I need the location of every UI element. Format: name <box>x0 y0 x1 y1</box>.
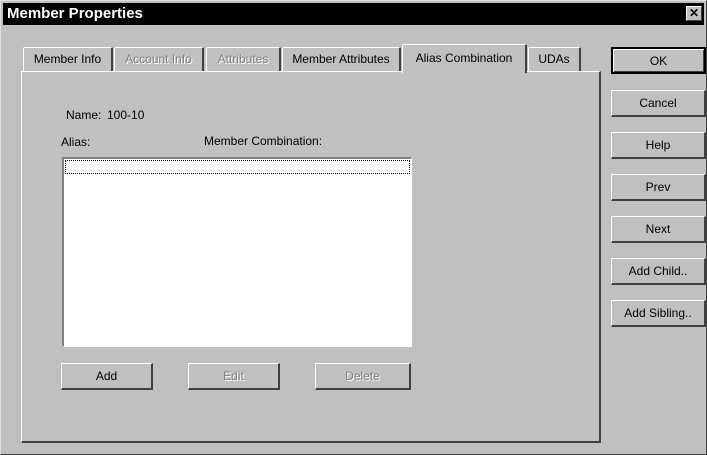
next-button[interactable]: Next <box>611 216 706 243</box>
name-value: 100-10 <box>107 108 145 122</box>
add-sibling-button[interactable]: Add Sibling.. <box>611 300 706 327</box>
list-item[interactable] <box>65 160 410 174</box>
member-properties-dialog: Member Properties ✕ Member Info Account … <box>0 0 707 455</box>
name-label: Name: <box>66 108 102 122</box>
tab-alias-combination[interactable]: Alias Combination <box>402 44 527 73</box>
tab-account-info[interactable]: Account Info <box>114 47 204 71</box>
close-button[interactable]: ✕ <box>686 6 702 21</box>
delete-button[interactable]: Delete <box>315 363 411 390</box>
cancel-button[interactable]: Cancel <box>611 90 706 117</box>
tab-member-attributes[interactable]: Member Attributes <box>282 47 401 71</box>
ok-button[interactable]: OK <box>611 47 706 74</box>
alias-combination-panel: Name: 100-10 Alias: Member Combination: … <box>21 71 601 443</box>
alias-combination-list[interactable] <box>62 157 412 347</box>
dialog-title: Member Properties <box>7 5 143 22</box>
prev-button[interactable]: Prev <box>611 174 706 201</box>
edit-button[interactable]: Edit <box>188 363 280 390</box>
close-icon: ✕ <box>688 6 700 20</box>
member-combination-label: Member Combination: <box>204 134 323 148</box>
add-button[interactable]: Add <box>61 363 153 390</box>
title-bar[interactable]: Member Properties ✕ <box>3 3 704 25</box>
alias-label: Alias: <box>61 135 91 149</box>
tab-member-info[interactable]: Member Info <box>23 47 113 71</box>
help-button[interactable]: Help <box>611 132 706 159</box>
tab-attributes[interactable]: Attributes <box>206 47 281 71</box>
add-child-button[interactable]: Add Child.. <box>611 258 706 285</box>
tab-udas[interactable]: UDAs <box>528 47 581 71</box>
